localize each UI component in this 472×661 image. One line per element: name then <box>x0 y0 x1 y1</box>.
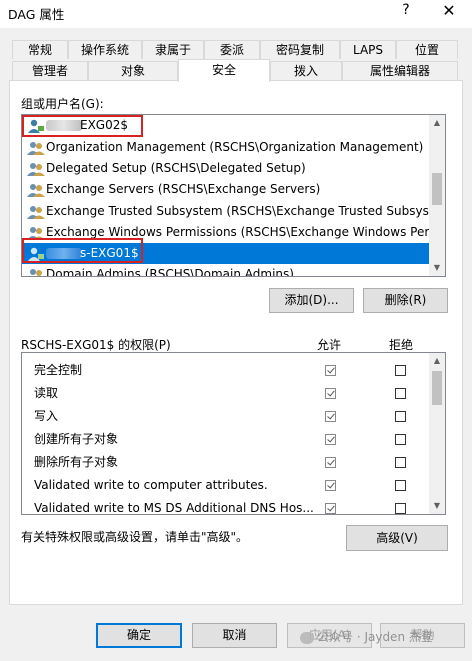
permission-row: 删除所有子对象 <box>22 451 430 474</box>
tab-member-of[interactable]: 隶属于 <box>142 40 204 59</box>
deny-checkbox[interactable] <box>395 411 406 422</box>
tab-operating-system[interactable]: 操作系统 <box>68 40 142 59</box>
highlight-box <box>22 238 143 263</box>
permission-row: 创建所有子对象 <box>22 428 430 451</box>
scroll-up-icon[interactable]: ▲ <box>429 115 445 131</box>
special-permissions-note: 有关特殊权限或高级设置，请单击"高级"。 <box>21 530 249 544</box>
group-icon <box>27 184 45 197</box>
allow-checkbox[interactable] <box>325 388 336 399</box>
group-icon <box>27 142 45 155</box>
groups-label: 组或用户名(G): <box>21 97 104 111</box>
tab-laps[interactable]: LAPS <box>340 40 396 59</box>
tab-object[interactable]: 对象 <box>88 61 178 80</box>
help-icon[interactable]: ? <box>398 2 414 18</box>
tab-password-replication[interactable]: 密码复制 <box>260 40 340 59</box>
tab-dial-in[interactable]: 拨入 <box>270 61 342 80</box>
group-icon <box>27 206 45 219</box>
scroll-down-icon[interactable]: ▼ <box>429 498 445 514</box>
tab-security[interactable]: 安全 <box>178 59 270 82</box>
permissions-scrollbar[interactable]: ▲ ▼ <box>429 353 445 514</box>
allow-checkbox[interactable] <box>325 480 336 491</box>
cancel-button[interactable]: 取消 <box>192 623 277 648</box>
tab-managed-by[interactable]: 管理者 <box>12 61 88 80</box>
permission-row: 完全控制 <box>22 359 430 382</box>
list-item[interactable]: Domain Admins (RSCHS\Domain Admins) <box>22 264 430 276</box>
scroll-down-icon[interactable]: ▼ <box>429 260 445 276</box>
permission-row: Validated write to MS DS Additional DNS … <box>22 497 430 514</box>
allow-checkbox[interactable] <box>325 411 336 422</box>
title-bar: DAG 属性 ? ✕ <box>0 0 472 28</box>
allow-checkbox[interactable] <box>325 365 336 376</box>
tab-attribute-editor[interactable]: 属性编辑器 <box>342 61 458 80</box>
deny-checkbox[interactable] <box>395 503 406 514</box>
permission-row: 写入 <box>22 405 430 428</box>
allow-column-header: 允许 <box>317 338 342 352</box>
tab-delegation[interactable]: 委派 <box>204 40 260 59</box>
deny-checkbox[interactable] <box>395 457 406 468</box>
window-title: DAG 属性 <box>8 7 65 22</box>
list-item[interactable]: Exchange Trusted Subsystem (RSCHS\Exchan… <box>22 201 430 222</box>
group-icon <box>27 163 45 176</box>
deny-checkbox[interactable] <box>395 480 406 491</box>
highlight-box <box>22 115 143 137</box>
list-item[interactable]: Exchange Servers (RSCHS\Exchange Servers… <box>22 179 430 200</box>
add-button[interactable]: 添加(D)... <box>269 288 354 313</box>
deny-column-header: 拒绝 <box>389 338 414 352</box>
permission-row: 读取 <box>22 382 430 405</box>
group-list-scrollbar[interactable]: ▲ ▼ <box>429 115 445 276</box>
deny-checkbox[interactable] <box>395 388 406 399</box>
list-item[interactable]: Organization Management (RSCHS\Organizat… <box>22 137 430 158</box>
advanced-button[interactable]: 高级(V) <box>346 525 448 551</box>
scroll-thumb[interactable] <box>432 371 442 405</box>
allow-checkbox[interactable] <box>325 503 336 514</box>
close-icon[interactable]: ✕ <box>440 1 458 20</box>
tab-location[interactable]: 位置 <box>396 40 458 59</box>
group-icon <box>30 269 42 276</box>
list-item[interactable]: Delegated Setup (RSCHS\Delegated Setup) <box>22 158 430 179</box>
scroll-thumb[interactable] <box>432 173 442 205</box>
permission-row: Validated write to computer attributes. <box>22 474 430 497</box>
ok-button[interactable]: 确定 <box>96 623 182 648</box>
allow-checkbox[interactable] <box>325 457 336 468</box>
remove-button[interactable]: 删除(R) <box>363 288 448 313</box>
allow-checkbox[interactable] <box>325 434 336 445</box>
deny-checkbox[interactable] <box>395 434 406 445</box>
scroll-up-icon[interactable]: ▲ <box>429 353 445 369</box>
wechat-icon <box>300 631 314 644</box>
watermark: 公众号 · Jayden 杰登 <box>300 628 433 645</box>
permissions-list[interactable]: 完全控制 读取 写入 创建所有子对象 删除所有子对象 Validated wri… <box>21 352 446 515</box>
tab-general[interactable]: 常规 <box>12 40 68 59</box>
permissions-label: RSCHS-EXG01$ 的权限(P) <box>21 338 171 352</box>
deny-checkbox[interactable] <box>395 365 406 376</box>
